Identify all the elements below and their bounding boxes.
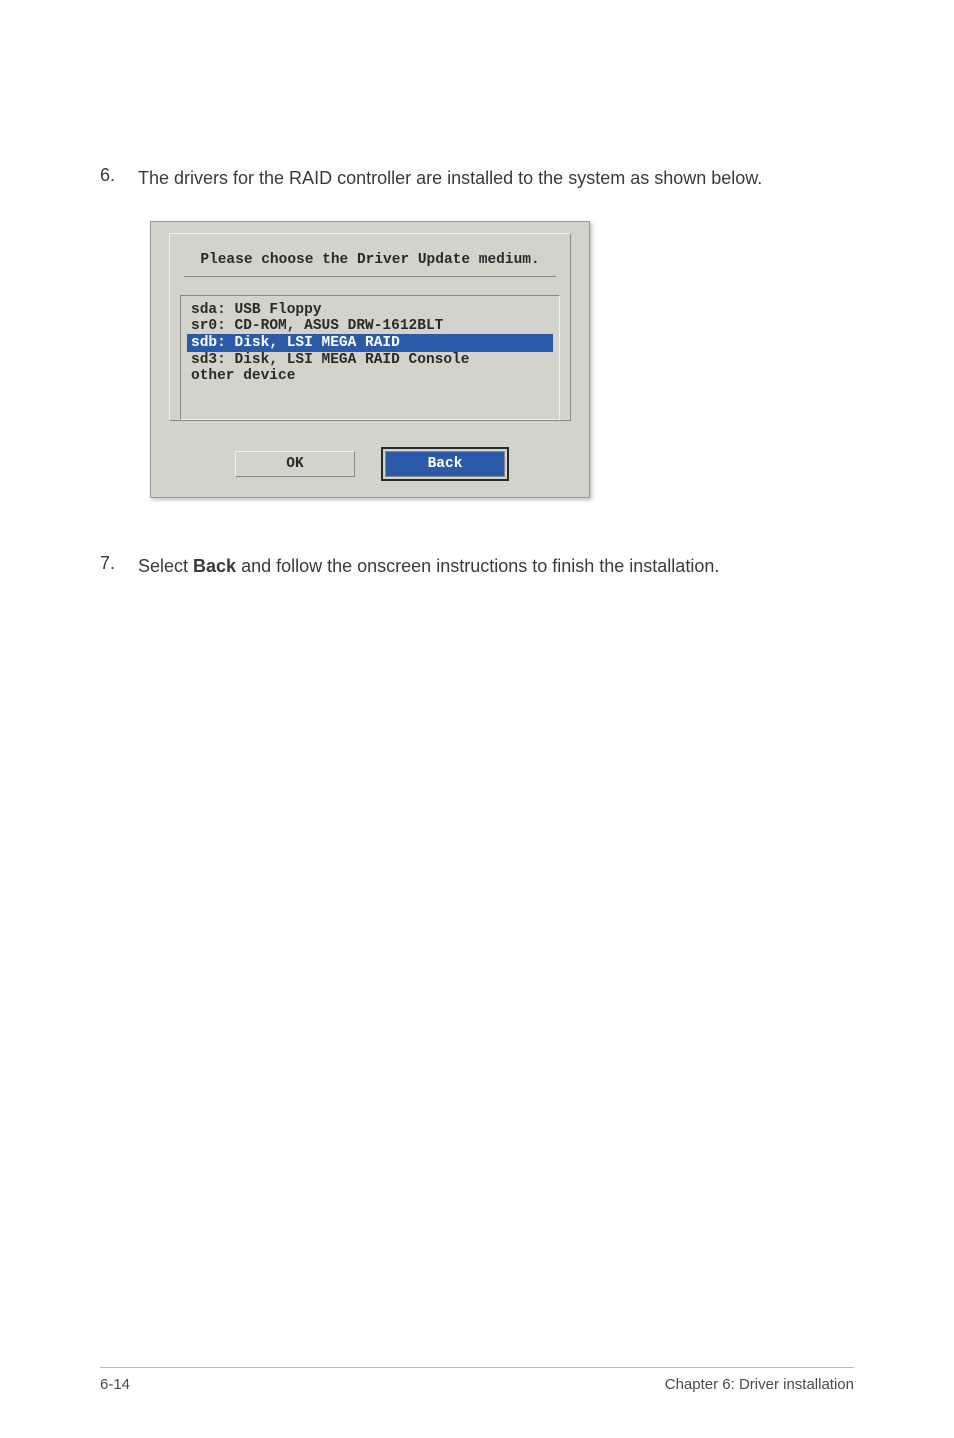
step-text: Select Back and follow the onscreen inst… — [138, 553, 719, 579]
chapter-label: Chapter 6: Driver installation — [665, 1376, 854, 1393]
ok-button[interactable]: OK — [235, 451, 355, 477]
page-footer: 6-14 Chapter 6: Driver installation — [100, 1367, 854, 1393]
list-item[interactable]: sr0: CD-ROM, ASUS DRW-1612BLT — [187, 317, 447, 335]
page-number: 6-14 — [100, 1376, 130, 1393]
step-7: 7. Select Back and follow the onscreen i… — [100, 553, 854, 579]
step7-prefix: Select — [138, 556, 193, 576]
step-number: 6. — [100, 165, 138, 191]
footer-line: 6-14 Chapter 6: Driver installation — [100, 1367, 854, 1393]
driver-update-dialog: Please choose the Driver Update medium. … — [150, 221, 590, 498]
dialog-screenshot: Please choose the Driver Update medium. … — [150, 221, 854, 498]
list-item[interactable]: other device — [187, 367, 299, 385]
dialog-title-frame: Please choose the Driver Update medium. … — [169, 233, 571, 421]
page-content: 6. The drivers for the RAID controller a… — [0, 0, 954, 579]
medium-listbox[interactable]: sda: USB Floppy sr0: CD-ROM, ASUS DRW-16… — [180, 295, 560, 420]
step7-suffix: and follow the onscreen instructions to … — [236, 556, 719, 576]
back-button[interactable]: Back — [385, 451, 505, 477]
list-item-selected[interactable]: sdb: Disk, LSI MEGA RAID — [187, 334, 553, 352]
step7-bold: Back — [193, 556, 236, 576]
step-text: The drivers for the RAID controller are … — [138, 165, 762, 191]
dialog-button-row: OK Back — [169, 451, 571, 477]
step-number: 7. — [100, 553, 138, 579]
dialog-title: Please choose the Driver Update medium. — [184, 242, 556, 277]
step-6: 6. The drivers for the RAID controller a… — [100, 165, 854, 191]
